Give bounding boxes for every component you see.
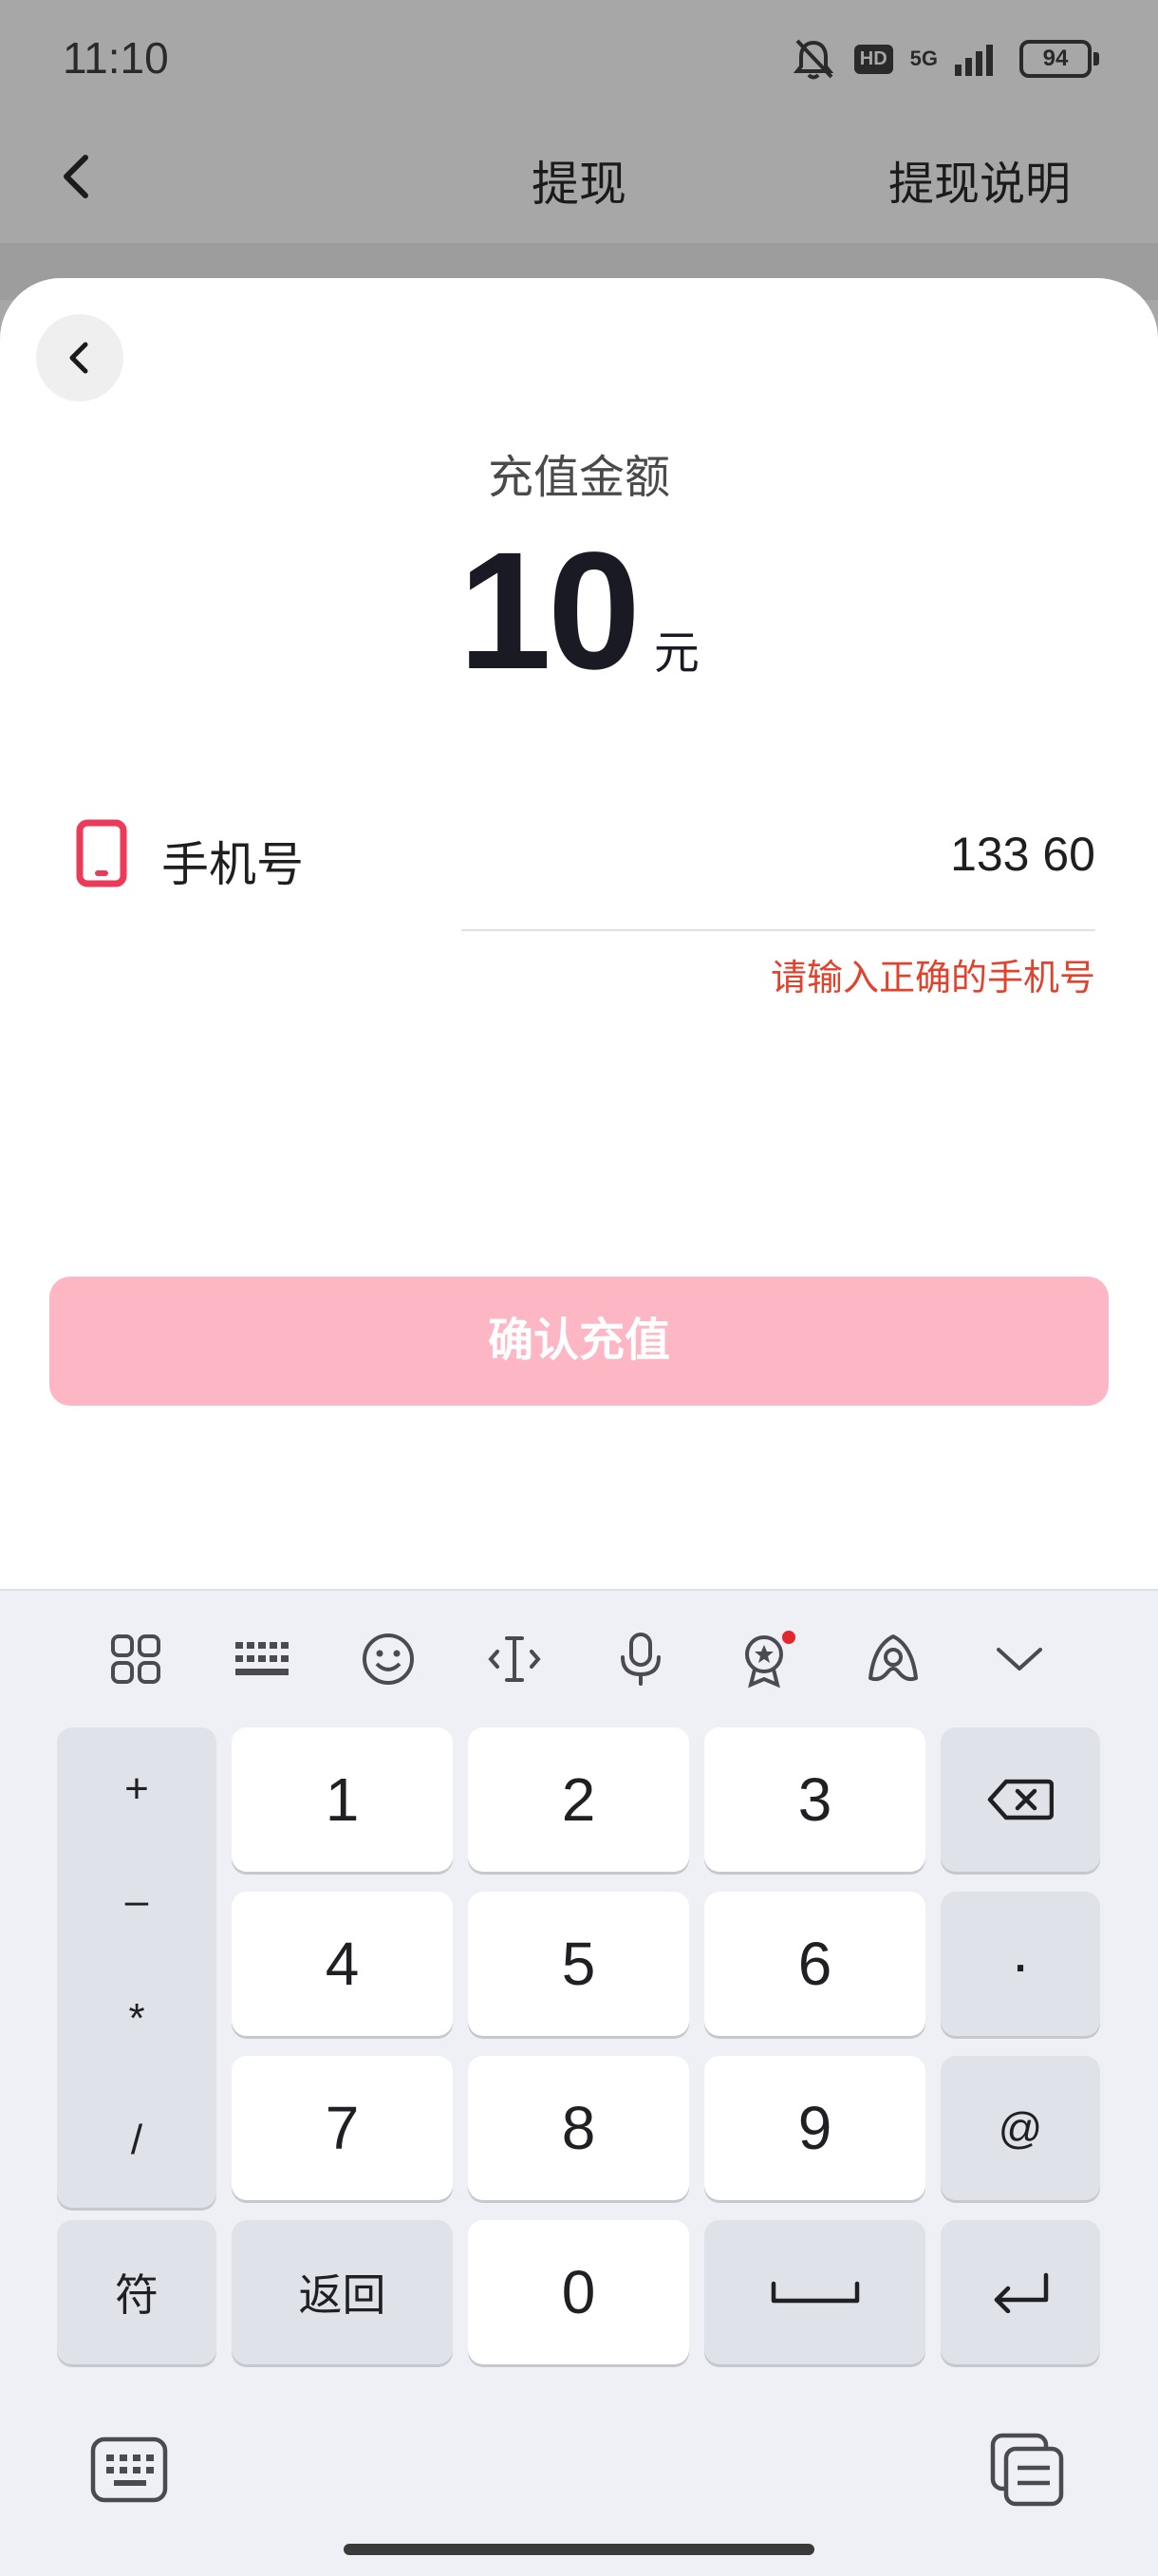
dot-key[interactable]: · <box>941 1892 1100 2036</box>
signal-icon <box>955 45 993 76</box>
phone-icon <box>76 819 127 887</box>
key-3[interactable]: 3 <box>704 1727 925 1872</box>
status-icons: HD 5G 94 <box>790 34 1099 84</box>
key-4[interactable]: 4 <box>232 1892 453 2036</box>
amount-display: 10 元 <box>0 515 1158 707</box>
emoji-icon[interactable] <box>354 1625 422 1693</box>
minus-key[interactable]: – <box>57 1877 216 1925</box>
backspace-key[interactable] <box>941 1727 1100 1872</box>
space-key[interactable] <box>704 2220 925 2364</box>
amount-value: 10 <box>458 518 641 704</box>
chevron-left-icon <box>69 342 88 374</box>
amount-label: 充值金额 <box>487 453 670 503</box>
phone-input-underline <box>461 929 1095 931</box>
backspace-icon <box>987 1779 1054 1820</box>
phone-label: 手机号 <box>161 838 304 891</box>
clipboard-icon[interactable] <box>987 2430 1067 2510</box>
grid-icon[interactable] <box>102 1625 170 1693</box>
battery-indicator: 94 <box>1019 40 1099 78</box>
confirm-recharge-button[interactable]: 确认充值 <box>49 1277 1109 1406</box>
multiply-key[interactable]: * <box>57 1995 216 2043</box>
key-9[interactable]: 9 <box>704 2056 925 2200</box>
divide-key[interactable]: / <box>57 2117 216 2164</box>
sheet-back-button[interactable] <box>36 314 123 401</box>
mute-bell-icon <box>793 39 833 80</box>
return-key[interactable]: 返回 <box>232 2220 453 2364</box>
network-type: 5G <box>909 47 938 70</box>
key-7[interactable]: 7 <box>232 2056 453 2200</box>
key-6[interactable]: 6 <box>704 1892 925 2036</box>
page-header: 提现 提现说明 <box>0 120 1158 243</box>
key-8[interactable]: 8 <box>468 2056 689 2200</box>
symbols-key[interactable]: 符 <box>57 2220 216 2364</box>
status-bar: 11:10 HD 5G 94 <box>0 0 1158 120</box>
keyboard-toolbar <box>0 1591 1158 1724</box>
keyboard-icon[interactable] <box>228 1625 296 1693</box>
enter-key[interactable] <box>941 2220 1100 2364</box>
badge-icon[interactable] <box>733 1625 801 1693</box>
space-icon <box>771 2281 859 2304</box>
keyboard-switch-icon[interactable] <box>89 2430 169 2510</box>
phone-input[interactable]: 133 60 <box>950 827 1095 882</box>
plus-key[interactable]: + <box>57 1765 216 1813</box>
symbol-column-key[interactable]: + – * / <box>57 1727 216 2208</box>
key-0[interactable]: 0 <box>468 2220 689 2364</box>
at-key[interactable]: @ <box>941 2056 1100 2200</box>
home-indicator[interactable] <box>344 2544 814 2555</box>
assistant-icon[interactable] <box>859 1625 927 1693</box>
hd-badge: HD <box>853 44 893 74</box>
chevron-down-icon[interactable] <box>985 1625 1054 1693</box>
key-1[interactable]: 1 <box>232 1727 453 1872</box>
amount-unit: 元 <box>653 628 700 679</box>
withdraw-info-link[interactable]: 提现说明 <box>888 146 1071 213</box>
enter-icon <box>994 2272 1049 2313</box>
key-2[interactable]: 2 <box>468 1727 689 1872</box>
mic-icon[interactable] <box>607 1625 675 1693</box>
key-5[interactable]: 5 <box>468 1892 689 2036</box>
error-message: 请输入正确的手机号 <box>770 959 1095 999</box>
cursor-icon[interactable] <box>480 1625 549 1693</box>
phone-field-row[interactable]: 手机号 133 60 <box>76 810 1095 905</box>
status-time: 11:10 <box>63 33 169 83</box>
